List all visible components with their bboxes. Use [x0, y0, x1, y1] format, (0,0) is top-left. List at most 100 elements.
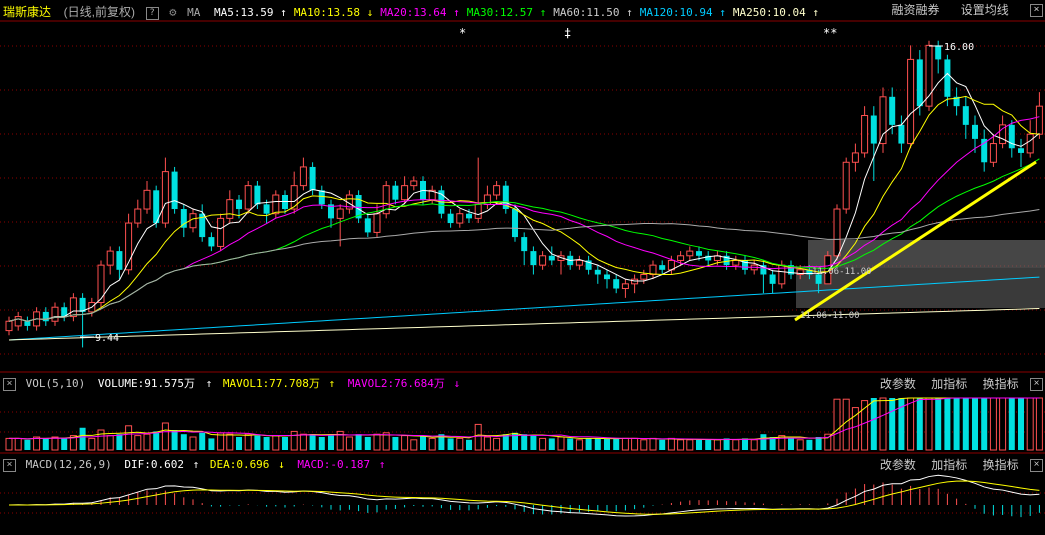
candle-body-up	[989, 143, 997, 163]
macd-add-indicator-link[interactable]: 加指标	[931, 458, 967, 472]
ma-label: MA	[187, 6, 201, 19]
event-marker: ‡	[564, 26, 571, 40]
volume-bar-down	[328, 435, 334, 450]
vol-add-indicator-link[interactable]: 加指标	[931, 377, 967, 391]
volume-bar-down	[944, 398, 951, 450]
volume-bar-up	[134, 435, 142, 451]
macd-close-icon[interactable]: ×	[3, 458, 16, 472]
volume-bar-up	[299, 433, 307, 451]
vol-switch-indicator-link[interactable]: 换指标	[983, 377, 1019, 391]
ma5-line	[8, 72, 1040, 322]
candle-body-up	[1035, 105, 1043, 135]
volume-bar-up	[106, 435, 114, 451]
candle-body-up	[125, 222, 133, 271]
margin-trading-link[interactable]: 融资融券	[892, 3, 940, 17]
volume-bar-down	[208, 438, 215, 450]
volume-bar-up	[879, 397, 887, 451]
low-price-label: 9.44	[95, 333, 119, 344]
vol-close-icon[interactable]: ×	[3, 377, 16, 391]
volume-bar-down	[567, 438, 574, 450]
candle-body-up	[778, 264, 786, 285]
stock-name[interactable]: 瑞斯康达	[3, 2, 51, 22]
volume-bar-down	[962, 398, 969, 450]
candle-body-down	[254, 185, 261, 205]
mavol2-line	[9, 397, 1040, 440]
candle-body-up	[824, 255, 832, 285]
candle-body-down	[760, 265, 767, 275]
candle-body-up	[649, 264, 657, 275]
macd-panel-close-icon[interactable]: ×	[1030, 459, 1043, 473]
volume-bar-up	[833, 398, 841, 451]
volume-bar-down	[318, 437, 325, 450]
vol-label[interactable]: VOL(5,10)	[26, 374, 86, 394]
range-label-lower: 11.06-11.00	[800, 311, 860, 321]
macd-switch-indicator-link[interactable]: 换指标	[983, 458, 1019, 472]
mavol1-arrow: ↑	[328, 377, 336, 390]
volume-bar-up	[125, 425, 133, 451]
volume-bar-down	[742, 438, 748, 450]
trend-line	[794, 160, 1037, 322]
candle-body-down	[953, 96, 960, 107]
ma-legend-item: MA250:10.04 ↑	[732, 6, 819, 19]
candle-body-down	[420, 180, 426, 200]
volume-bar-down	[171, 430, 178, 450]
mavol2-arrow: ↓	[453, 377, 461, 390]
close-icon[interactable]: ×	[1030, 4, 1043, 17]
help-button[interactable]: ?	[145, 6, 159, 20]
vol-edit-params-link[interactable]: 改参数	[880, 377, 916, 391]
candle-body-down	[466, 213, 472, 219]
candle-body-up	[336, 208, 344, 219]
volume-bar-down	[199, 432, 206, 450]
volume-bar-up	[272, 435, 280, 451]
set-ma-link[interactable]: 设置均线	[961, 3, 1009, 17]
ma-legend-item: MA5:13.59 ↑	[213, 6, 287, 19]
range-box-upper	[808, 240, 1045, 268]
volume-bar-up	[373, 433, 381, 451]
candle-body-down	[815, 274, 822, 284]
volume-bar-down	[972, 398, 978, 450]
volume-bar-down	[760, 434, 767, 450]
ma120-line	[8, 276, 1040, 341]
volume-bar-up	[824, 433, 832, 451]
candle-body-down	[282, 195, 288, 210]
candle-body-down	[42, 311, 49, 322]
candle-body-up	[677, 255, 685, 261]
volume-bar-down	[953, 398, 960, 450]
volume-bar-up	[143, 433, 151, 451]
candle-body-up	[97, 264, 105, 304]
volume-bar-up	[217, 432, 225, 451]
candle-body-up	[925, 44, 933, 107]
candle-body-up	[493, 185, 501, 196]
candle-body-down	[594, 269, 601, 275]
volume-bar-up	[649, 437, 657, 451]
chart-mode[interactable]: (日线,前复权)	[64, 2, 135, 22]
candle-body-down	[870, 115, 877, 144]
dif-arrow: ↑	[192, 458, 200, 471]
candle-body-down	[318, 190, 325, 205]
mavol2-value: MAVOL2:76.684万	[347, 377, 445, 390]
candle-body-up	[401, 185, 409, 201]
volume-bar-down	[916, 398, 923, 450]
candle-body-up	[879, 96, 887, 145]
volume-bar-up	[493, 437, 501, 451]
candle-body-down	[705, 255, 712, 261]
vol-panel-close-icon[interactable]: ×	[1030, 378, 1043, 392]
candle-body-up	[713, 255, 721, 261]
volume-bar-down	[889, 398, 896, 450]
volume-bar-up	[686, 439, 694, 451]
volume-bar-down	[236, 437, 242, 450]
gear-icon[interactable]: ⚙	[169, 2, 176, 22]
ma-legend-item: MA20:13.64 ↑	[380, 6, 460, 19]
candle-body-down	[199, 213, 206, 238]
volume-bar-down	[870, 398, 877, 450]
macd-edit-params-link[interactable]: 改参数	[880, 458, 916, 472]
range-label-upper: 11.06-11.00	[812, 267, 872, 277]
candle-body-up	[217, 217, 225, 247]
dif-value: DIF:0.602	[124, 458, 184, 471]
volume-bar-down	[392, 437, 399, 450]
macd-label[interactable]: MACD(12,26,9)	[26, 455, 112, 475]
macd-right-links: 改参数 加指标 换指标 ×	[880, 455, 1045, 475]
candle-body-down	[364, 218, 371, 233]
volume-bar-up	[428, 437, 436, 451]
candle-body-up	[272, 194, 280, 215]
